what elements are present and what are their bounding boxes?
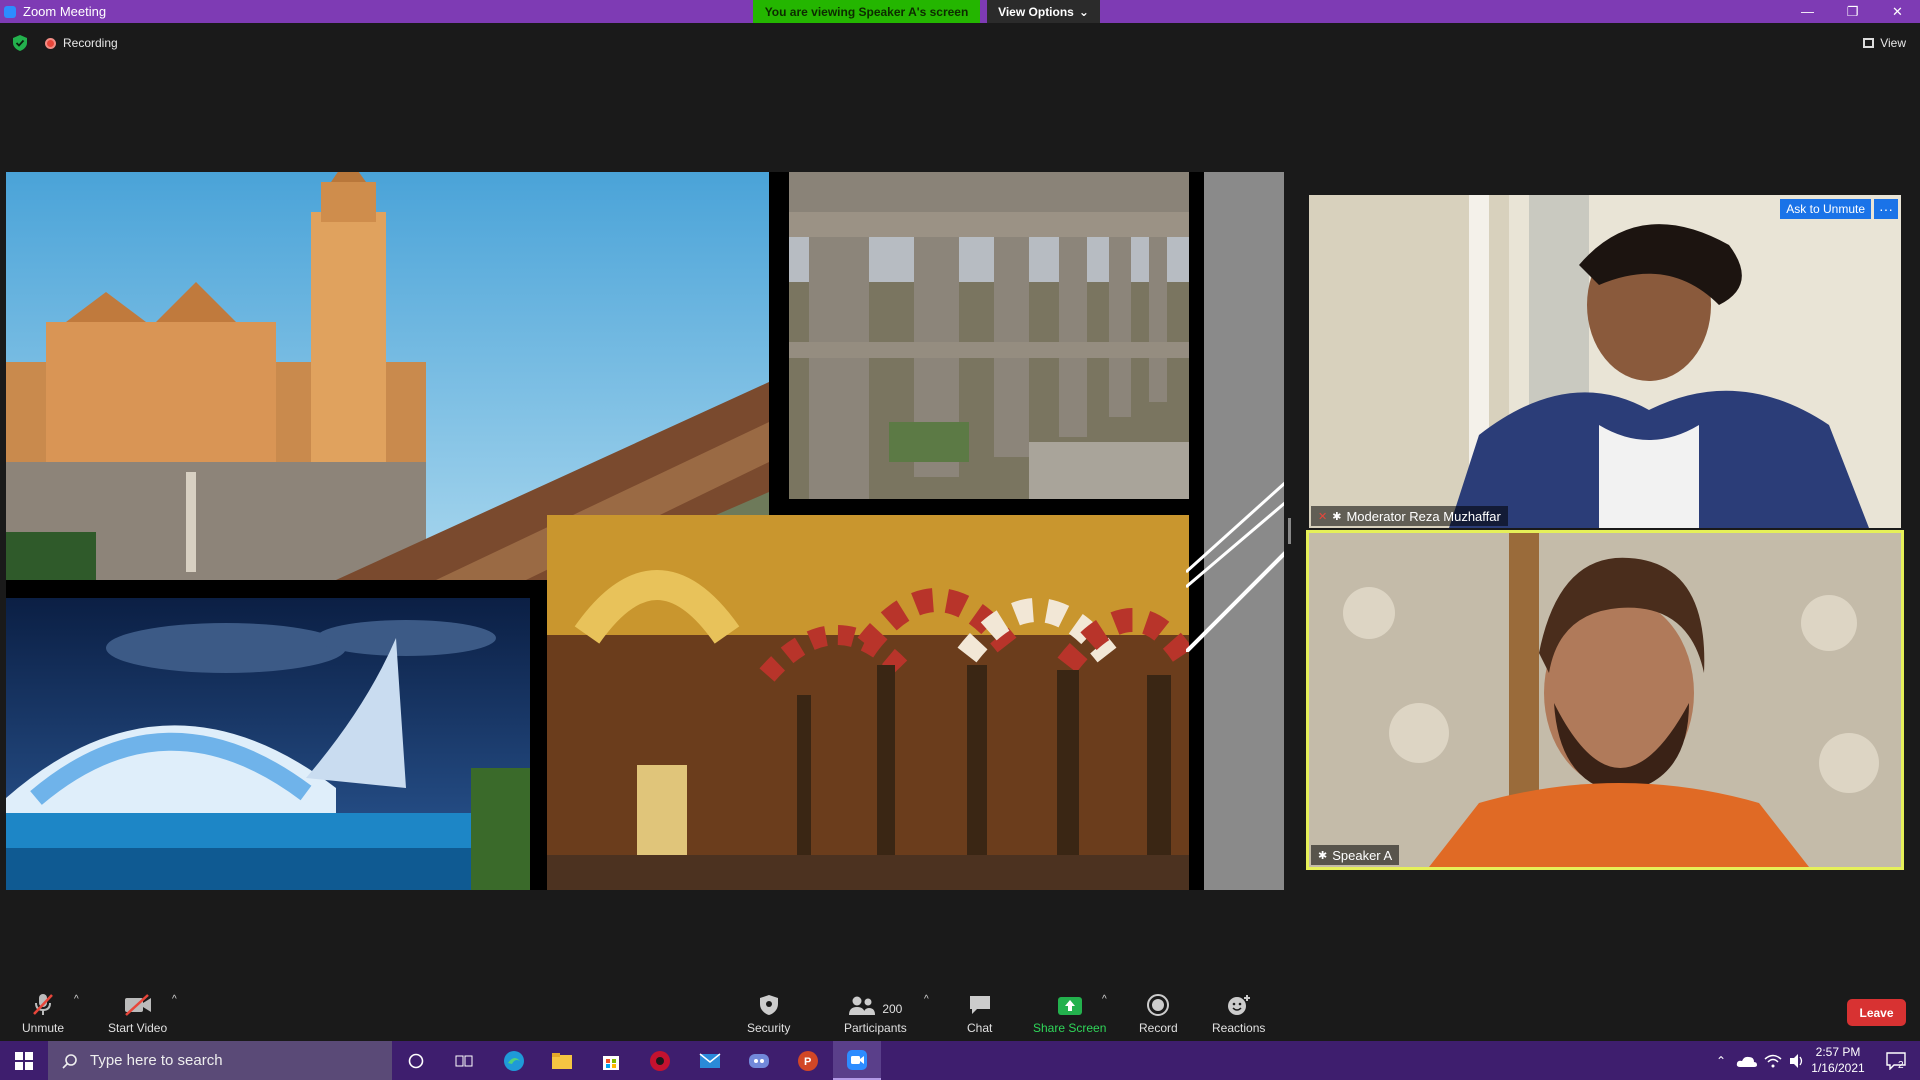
muted-microphone-icon bbox=[33, 994, 53, 1015]
record-icon bbox=[1147, 994, 1170, 1016]
notification-center-button[interactable]: 2 bbox=[1872, 1041, 1920, 1080]
system-tray: ⌃ bbox=[1710, 1041, 1806, 1080]
pin-icon: ✱ bbox=[1332, 510, 1342, 523]
reactions-label: Reactions bbox=[1212, 1021, 1266, 1035]
chat-button[interactable]: Chat bbox=[967, 992, 992, 1035]
emoji-plus-icon bbox=[1227, 995, 1250, 1015]
file-explorer-icon[interactable] bbox=[538, 1041, 586, 1080]
photo-segovia-aqueduct bbox=[789, 172, 1189, 499]
windows-logo-icon bbox=[15, 1051, 33, 1070]
reactions-button[interactable]: Reactions bbox=[1212, 992, 1265, 1035]
security-label: Security bbox=[747, 1021, 791, 1035]
security-shield-icon[interactable] bbox=[13, 35, 27, 51]
start-video-label: Start Video bbox=[108, 1021, 168, 1035]
share-options-chevron-icon[interactable]: ^ bbox=[1102, 994, 1107, 1005]
onedrive-cloud-icon[interactable] bbox=[1736, 1054, 1758, 1068]
view-options-label: View Options bbox=[998, 4, 1074, 19]
unmute-button[interactable]: Unmute bbox=[22, 992, 64, 1035]
meeting-status-row: Recording View bbox=[0, 30, 1920, 56]
participants-options-chevron-icon[interactable]: ^ bbox=[924, 994, 929, 1005]
security-button[interactable]: Security bbox=[747, 992, 790, 1035]
share-screen-button[interactable]: Share Screen bbox=[1033, 992, 1106, 1035]
show-hidden-icons-chevron-icon[interactable]: ⌃ bbox=[1710, 1054, 1732, 1068]
chevron-down-icon: ⌄ bbox=[1078, 4, 1089, 19]
powerpoint-icon[interactable]: P bbox=[784, 1041, 832, 1080]
shared-screen bbox=[6, 172, 1284, 890]
search-icon bbox=[62, 1053, 77, 1069]
zoom-app-icon bbox=[4, 5, 16, 18]
clock-date: 1/16/2021 bbox=[1811, 1061, 1865, 1075]
notification-count: 2 bbox=[1898, 1060, 1904, 1071]
media-app-icon[interactable] bbox=[636, 1041, 684, 1080]
ask-to-unmute-button[interactable]: Ask to Unmute bbox=[1780, 199, 1871, 219]
unmute-label: Unmute bbox=[22, 1021, 65, 1035]
start-video-button[interactable]: Start Video bbox=[108, 992, 167, 1035]
participant-name-bar: ✱ Speaker A bbox=[1311, 845, 1400, 865]
recording-dot-icon bbox=[45, 37, 56, 49]
recording-label: Recording bbox=[63, 36, 118, 50]
discord-icon[interactable] bbox=[735, 1041, 783, 1080]
recording-indicator[interactable]: Recording bbox=[45, 36, 118, 50]
view-label: View bbox=[1880, 36, 1906, 50]
participant-name: Moderator Reza Muzhaffar bbox=[1346, 508, 1501, 524]
window-title: Zoom Meeting bbox=[23, 4, 107, 19]
taskbar-clock[interactable]: 2:57 PM 1/16/2021 bbox=[1798, 1044, 1878, 1076]
participants-count: 200 bbox=[882, 1002, 903, 1016]
more-options-button[interactable]: ··· bbox=[1874, 199, 1898, 219]
speaker-video-feed bbox=[1309, 533, 1901, 867]
minimize-button[interactable]: — bbox=[1785, 0, 1830, 23]
muted-mic-icon: ✕ bbox=[1318, 510, 1328, 523]
slide-decorative-lines bbox=[1186, 481, 1284, 652]
viewing-screen-banner: You are viewing Speaker A's screen bbox=[753, 0, 980, 23]
participant-name-bar: ✕ ✱ Moderator Reza Muzhaffar bbox=[1311, 506, 1508, 526]
view-options-button[interactable]: View Options ⌄ bbox=[987, 0, 1100, 23]
people-icon bbox=[849, 996, 876, 1015]
taskbar-search-box[interactable]: Type here to search bbox=[48, 1041, 392, 1080]
pin-icon: ✱ bbox=[1318, 849, 1328, 862]
participants-label: Participants bbox=[844, 1021, 907, 1035]
share-screen-label: Share Screen bbox=[1033, 1021, 1107, 1035]
audio-options-chevron-icon[interactable]: ^ bbox=[74, 994, 79, 1005]
leave-meeting-button[interactable]: Leave bbox=[1847, 999, 1906, 1026]
svg-text:P: P bbox=[804, 1056, 811, 1068]
clock-time: 2:57 PM bbox=[1815, 1045, 1861, 1059]
record-button[interactable]: Record bbox=[1139, 992, 1178, 1035]
zoom-taskbar-icon[interactable] bbox=[833, 1041, 881, 1080]
video-options-chevron-icon[interactable]: ^ bbox=[172, 994, 177, 1005]
search-placeholder: Type here to search bbox=[90, 1052, 223, 1069]
video-off-icon bbox=[124, 994, 151, 1016]
edge-browser-icon[interactable] bbox=[490, 1041, 538, 1080]
view-layout-button[interactable]: View bbox=[1863, 36, 1906, 50]
record-label: Record bbox=[1139, 1021, 1178, 1035]
shield-icon bbox=[759, 995, 778, 1015]
start-button[interactable] bbox=[0, 1041, 48, 1080]
restore-button[interactable]: ❐ bbox=[1830, 0, 1875, 23]
photo-cordoba-mosque bbox=[547, 515, 1189, 890]
chat-bubble-icon bbox=[969, 996, 990, 1014]
chat-label: Chat bbox=[967, 1021, 993, 1035]
close-button[interactable]: ✕ bbox=[1875, 0, 1920, 23]
video-tile-moderator[interactable]: Ask to Unmute ··· ✕ ✱ Moderator Reza Muz… bbox=[1309, 195, 1901, 528]
photo-valencia-arts-city bbox=[6, 598, 530, 890]
participant-name: Speaker A bbox=[1332, 847, 1393, 863]
video-tile-speaker[interactable]: ✱ Speaker A bbox=[1306, 530, 1904, 870]
meeting-toolbar: Unmute ^ Start Video ^ Security 200 Part… bbox=[0, 980, 1920, 1041]
cortana-icon[interactable] bbox=[392, 1041, 440, 1080]
windows-taskbar: Type here to search P ⌃ 2:57 PM 1/16/202… bbox=[0, 1041, 1920, 1080]
microsoft-store-icon[interactable] bbox=[587, 1041, 635, 1080]
window-controls: — ❐ ✕ bbox=[1785, 0, 1920, 23]
task-view-icon[interactable] bbox=[440, 1041, 488, 1080]
wifi-icon[interactable] bbox=[1764, 1053, 1782, 1069]
grid-view-icon bbox=[1863, 38, 1875, 48]
participants-button[interactable]: 200 Participants bbox=[844, 992, 907, 1035]
panel-resize-handle[interactable] bbox=[1288, 518, 1291, 544]
share-screen-arrow-icon bbox=[1057, 997, 1082, 1015]
moderator-video-feed bbox=[1309, 195, 1901, 528]
mail-icon[interactable] bbox=[686, 1041, 734, 1080]
